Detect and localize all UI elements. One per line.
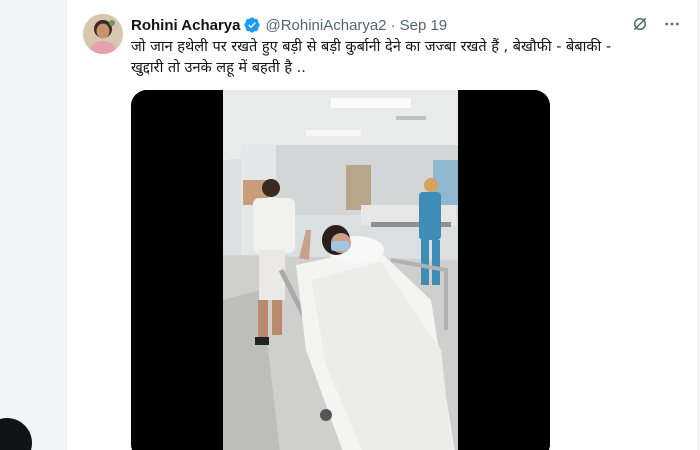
tweet-text-line: जो जान हथेली पर रखते हुए बड़ी से बड़ी कु… <box>131 39 612 55</box>
tweet-text: जो जान हथेली पर रखते हुए बड़ी से बड़ी कु… <box>131 37 691 79</box>
tweet-video[interactable] <box>131 90 550 450</box>
verified-badge-icon[interactable] <box>243 16 261 34</box>
tweet-date[interactable]: Sep 19 <box>400 17 448 34</box>
tweet-header: Rohini Acharya @RohiniAcharya2 · Sep 19 <box>131 15 681 35</box>
author-name[interactable]: Rohini Acharya <box>131 17 240 34</box>
separator-dot: · <box>390 16 396 34</box>
header-actions <box>631 15 681 33</box>
avatar[interactable] <box>83 14 123 54</box>
more-icon[interactable] <box>663 15 681 33</box>
grok-icon[interactable] <box>631 15 649 33</box>
video-frame <box>223 90 458 450</box>
tweet-text-line: खुद्दारी तो उनके लहू में बहती है .. <box>131 60 306 76</box>
author-handle[interactable]: @RohiniAcharya2 <box>265 17 386 34</box>
